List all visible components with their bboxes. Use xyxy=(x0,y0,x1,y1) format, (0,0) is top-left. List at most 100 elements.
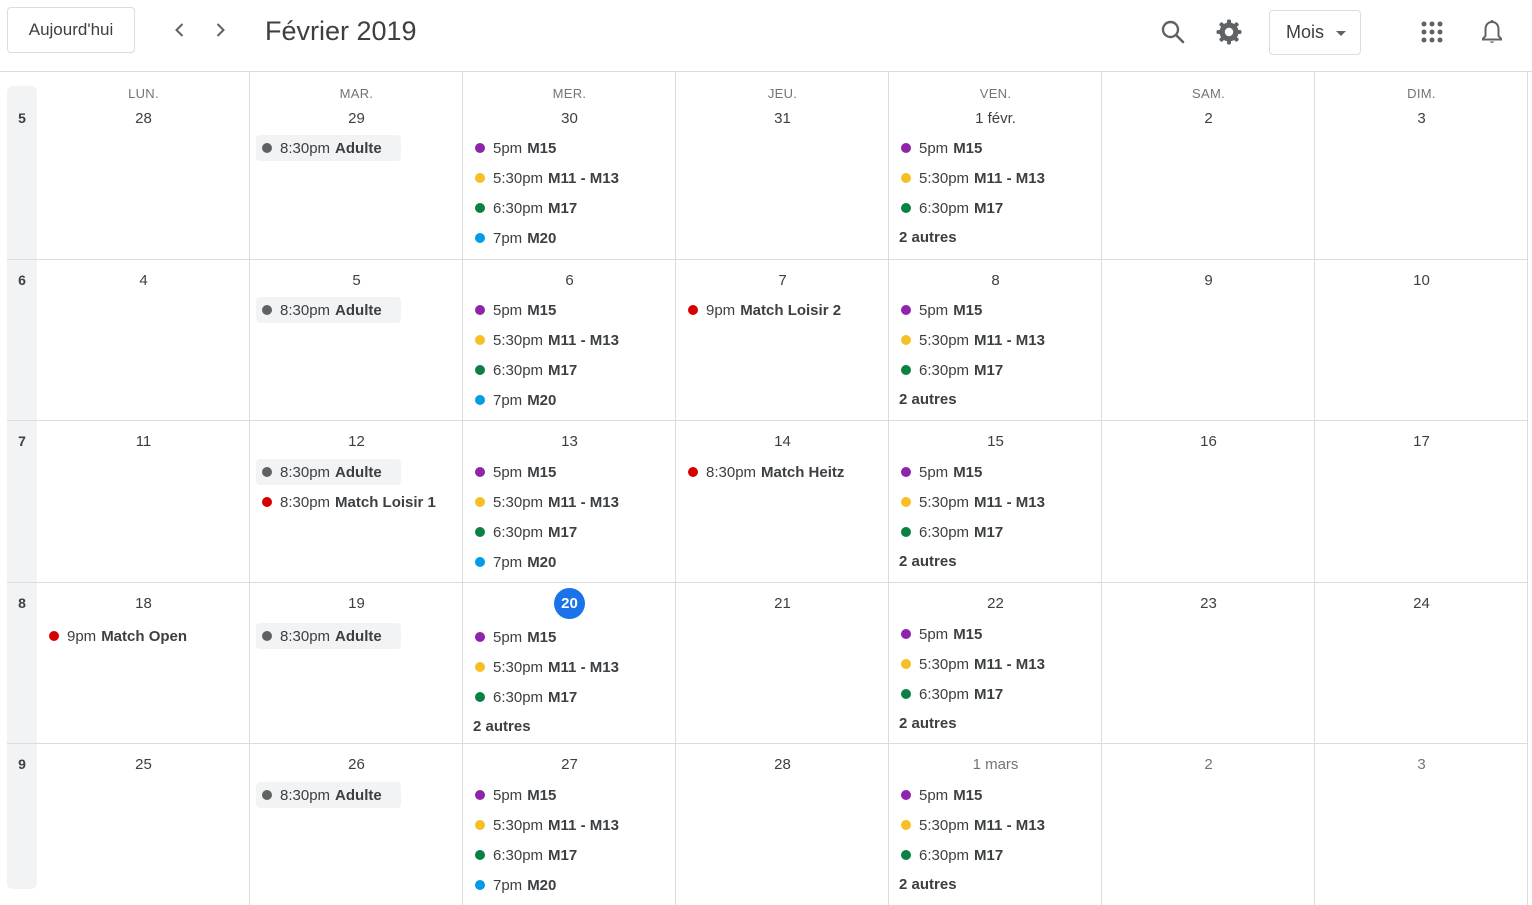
previous-month-button[interactable] xyxy=(163,13,197,47)
date-number[interactable]: 25 xyxy=(37,756,250,773)
calendar-event[interactable]: 6:30pm M17 xyxy=(469,357,577,383)
calendar-event[interactable]: 5:30pm M11 - M13 xyxy=(895,812,1045,838)
calendar-event[interactable]: 5pm M15 xyxy=(895,459,982,485)
calendar-event[interactable]: 5:30pm M11 - M13 xyxy=(895,651,1045,677)
calendar-event[interactable]: 9pm Match Open xyxy=(43,623,187,649)
calendar-event[interactable]: 8:30pm Adulte xyxy=(256,782,401,808)
event-time: 6:30pm xyxy=(493,361,544,379)
calendar-event[interactable]: 6:30pm M17 xyxy=(469,195,577,221)
calendar-event[interactable]: 6:30pm M17 xyxy=(469,684,577,710)
calendar-event[interactable]: 5:30pm M11 - M13 xyxy=(895,165,1045,191)
calendar-event[interactable]: 5:30pm M11 - M13 xyxy=(469,489,619,515)
more-events-link[interactable]: 2 autres xyxy=(899,391,957,408)
date-number[interactable]: 1 févr. xyxy=(889,110,1102,127)
week-number[interactable]: 6 xyxy=(7,272,37,288)
date-number[interactable]: 4 xyxy=(37,272,250,289)
calendar-event[interactable]: 6:30pm M17 xyxy=(469,519,577,545)
calendar-event[interactable]: 5pm M15 xyxy=(895,782,982,808)
date-number[interactable]: 11 xyxy=(37,433,250,450)
today-date-badge[interactable]: 20 xyxy=(554,588,585,619)
settings-button[interactable] xyxy=(1209,12,1249,52)
date-number[interactable]: 16 xyxy=(1102,433,1315,450)
calendar-event[interactable]: 5:30pm M11 - M13 xyxy=(469,327,619,353)
date-number[interactable]: 21 xyxy=(676,595,889,612)
calendar-event[interactable]: 8:30pm Adulte xyxy=(256,623,401,649)
more-events-link[interactable]: 2 autres xyxy=(899,715,957,732)
calendar-event[interactable]: 5:30pm M11 - M13 xyxy=(469,165,619,191)
date-number[interactable]: 17 xyxy=(1315,433,1528,450)
date-number[interactable]: 24 xyxy=(1315,595,1528,612)
date-number-today[interactable]: 20 xyxy=(463,588,676,619)
calendar-event[interactable]: 6:30pm M17 xyxy=(469,842,577,868)
today-button[interactable]: Aujourd'hui xyxy=(7,7,135,53)
week-number[interactable]: 8 xyxy=(7,595,37,611)
calendar-event[interactable]: 5pm M15 xyxy=(469,624,556,650)
date-number[interactable]: 2 xyxy=(1102,110,1315,127)
date-number[interactable]: 26 xyxy=(250,756,463,773)
calendar-event[interactable]: 6:30pm M17 xyxy=(895,681,1003,707)
search-button[interactable] xyxy=(1153,12,1193,52)
date-number[interactable]: 29 xyxy=(250,110,463,127)
more-events-link[interactable]: 2 autres xyxy=(473,718,531,735)
date-number[interactable]: 28 xyxy=(676,756,889,773)
calendar-event[interactable]: 8:30pm Adulte xyxy=(256,297,401,323)
event-title: M17 xyxy=(548,361,578,379)
calendar-event[interactable]: 6:30pm M17 xyxy=(895,195,1003,221)
calendar-event[interactable]: 8:30pm Adulte xyxy=(256,135,401,161)
date-number[interactable]: 15 xyxy=(889,433,1102,450)
calendar-event[interactable]: 5pm M15 xyxy=(469,135,556,161)
date-number[interactable]: 23 xyxy=(1102,595,1315,612)
calendar-event[interactable]: 5:30pm M11 - M13 xyxy=(895,327,1045,353)
calendar-event[interactable]: 9pm Match Loisir 2 xyxy=(682,297,841,323)
more-events-link[interactable]: 2 autres xyxy=(899,876,957,893)
date-number[interactable]: 3 xyxy=(1315,110,1528,127)
calendar-event[interactable]: 8:30pm Adulte xyxy=(256,459,401,485)
date-number[interactable]: 6 xyxy=(463,272,676,289)
date-number[interactable]: 3 xyxy=(1315,756,1528,773)
date-number[interactable]: 19 xyxy=(250,595,463,612)
calendar-event[interactable]: 6:30pm M17 xyxy=(895,519,1003,545)
next-month-button[interactable] xyxy=(203,13,237,47)
date-number[interactable]: 31 xyxy=(676,110,889,127)
date-number[interactable]: 5 xyxy=(250,272,463,289)
calendar-event[interactable]: 8:30pm Match Loisir 1 xyxy=(256,489,436,515)
date-number[interactable]: 30 xyxy=(463,110,676,127)
calendar-event[interactable]: 6:30pm M17 xyxy=(895,842,1003,868)
date-number[interactable]: 28 xyxy=(37,110,250,127)
calendar-event[interactable]: 6:30pm M17 xyxy=(895,357,1003,383)
date-number[interactable]: 8 xyxy=(889,272,1102,289)
calendar-event[interactable]: 7pm M20 xyxy=(469,387,556,413)
calendar-event[interactable]: 7pm M20 xyxy=(469,872,556,898)
apps-button[interactable] xyxy=(1412,12,1452,52)
notifications-button[interactable] xyxy=(1472,12,1512,52)
calendar-event[interactable]: 5pm M15 xyxy=(469,782,556,808)
calendar-event[interactable]: 5pm M15 xyxy=(895,135,982,161)
calendar-event[interactable]: 5:30pm M11 - M13 xyxy=(469,654,619,680)
date-number[interactable]: 14 xyxy=(676,433,889,450)
calendar-event[interactable]: 5pm M15 xyxy=(469,459,556,485)
date-number[interactable]: 12 xyxy=(250,433,463,450)
more-events-link[interactable]: 2 autres xyxy=(899,229,957,246)
date-number[interactable]: 27 xyxy=(463,756,676,773)
date-number[interactable]: 10 xyxy=(1315,272,1528,289)
date-number[interactable]: 22 xyxy=(889,595,1102,612)
calendar-event[interactable]: 7pm M20 xyxy=(469,225,556,251)
date-number[interactable]: 7 xyxy=(676,272,889,289)
date-number[interactable]: 9 xyxy=(1102,272,1315,289)
calendar-event[interactable]: 5:30pm M11 - M13 xyxy=(469,812,619,838)
calendar-event[interactable]: 5pm M15 xyxy=(469,297,556,323)
calendar-event[interactable]: 5pm M15 xyxy=(895,621,982,647)
calendar-event[interactable]: 5:30pm M11 - M13 xyxy=(895,489,1045,515)
date-number[interactable]: 18 xyxy=(37,595,250,612)
date-number[interactable]: 2 xyxy=(1102,756,1315,773)
week-number[interactable]: 7 xyxy=(7,433,37,449)
calendar-event[interactable]: 8:30pm Match Heitz xyxy=(682,459,844,485)
calendar-event[interactable]: 7pm M20 xyxy=(469,549,556,575)
week-number[interactable]: 5 xyxy=(7,110,37,126)
date-number[interactable]: 1 mars xyxy=(889,756,1102,773)
view-selector[interactable]: Mois xyxy=(1269,10,1361,55)
calendar-event[interactable]: 5pm M15 xyxy=(895,297,982,323)
week-number[interactable]: 9 xyxy=(7,756,37,772)
date-number[interactable]: 13 xyxy=(463,433,676,450)
more-events-link[interactable]: 2 autres xyxy=(899,553,957,570)
